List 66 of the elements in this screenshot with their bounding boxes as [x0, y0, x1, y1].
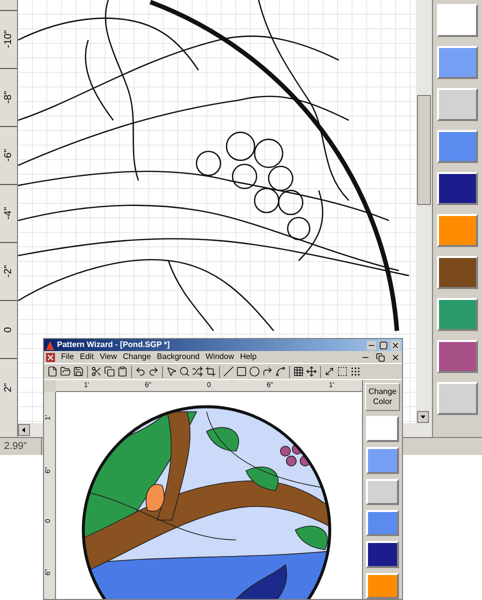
- restore-icon[interactable]: [376, 352, 385, 362]
- menu-item[interactable]: File: [61, 353, 74, 361]
- ruler-label: -10": [2, 30, 15, 48]
- maximize-icon[interactable]: [379, 340, 388, 350]
- ruler-label: -6": [2, 149, 15, 162]
- color-swatch[interactable]: [366, 447, 399, 474]
- arc-icon[interactable]: [262, 366, 273, 377]
- shuffle-icon[interactable]: [192, 366, 203, 377]
- app-icon: [46, 340, 54, 350]
- color-swatch[interactable]: [437, 298, 478, 331]
- curve-icon[interactable]: [275, 366, 286, 377]
- crop-icon[interactable]: [205, 366, 216, 377]
- paste-icon[interactable]: [117, 366, 128, 377]
- copy-icon[interactable]: [104, 366, 115, 377]
- color-swatch[interactable]: [366, 510, 399, 536]
- menu-item[interactable]: Window: [206, 353, 234, 361]
- grip-icon[interactable]: [350, 366, 361, 377]
- document-icon[interactable]: [46, 352, 55, 362]
- menu-item[interactable]: Change: [122, 353, 151, 361]
- color-swatch[interactable]: [366, 541, 399, 568]
- color-swatch[interactable]: [437, 4, 478, 37]
- circle-icon[interactable]: [249, 366, 260, 377]
- window-title: Pattern Wizard - [Pond.SGP *]: [57, 341, 171, 349]
- save-icon[interactable]: [73, 366, 84, 377]
- color-swatch[interactable]: [437, 340, 478, 373]
- cut-icon[interactable]: [91, 366, 102, 377]
- move-icon[interactable]: [306, 366, 317, 377]
- color-swatch[interactable]: [437, 382, 478, 415]
- color-swatch[interactable]: [437, 130, 478, 163]
- vertical-scrollbar[interactable]: [416, 0, 432, 437]
- color-swatch[interactable]: [437, 46, 478, 79]
- ruler-label: 0: [2, 326, 15, 332]
- ruler-label: -4": [2, 207, 15, 220]
- menu-item[interactable]: Edit: [80, 353, 94, 361]
- color-swatch[interactable]: [437, 172, 478, 205]
- undo-icon[interactable]: [135, 366, 146, 377]
- ruler-label: 2": [2, 382, 15, 392]
- diagonal-arrow-icon[interactable]: [324, 366, 335, 377]
- color-swatch[interactable]: [437, 88, 478, 121]
- pointer-icon[interactable]: [166, 366, 177, 377]
- menu-item[interactable]: View: [100, 353, 117, 361]
- grid-icon[interactable]: [293, 366, 304, 377]
- square-icon[interactable]: [236, 366, 247, 377]
- color-swatch[interactable]: [366, 416, 399, 442]
- ruler-label: -2": [2, 265, 15, 278]
- color-swatch[interactable]: [437, 256, 478, 289]
- scroll-thumb[interactable]: [417, 95, 431, 205]
- open-folder-icon[interactable]: [60, 366, 71, 377]
- minimize-icon[interactable]: [367, 340, 376, 350]
- new-file-icon[interactable]: [47, 366, 58, 377]
- redo-icon[interactable]: [148, 366, 159, 377]
- color-swatch[interactable]: [366, 478, 399, 506]
- menu-item[interactable]: Help: [240, 353, 257, 361]
- close-icon[interactable]: [391, 352, 400, 362]
- line-icon[interactable]: [223, 366, 234, 377]
- scroll-down-icon[interactable]: [417, 411, 429, 423]
- color-swatch[interactable]: [437, 214, 478, 247]
- ruler-label: -8": [2, 91, 15, 104]
- close-icon[interactable]: [391, 340, 400, 350]
- zoom-icon[interactable]: [179, 366, 190, 377]
- change-color-button[interactable]: Change Color: [365, 383, 400, 412]
- color-swatch[interactable]: [366, 572, 399, 600]
- status-readout: 2.99": [0, 438, 42, 455]
- menu-item[interactable]: Background: [156, 353, 200, 361]
- dashed-square-icon[interactable]: [337, 366, 348, 377]
- scroll-left-icon[interactable]: [18, 424, 30, 436]
